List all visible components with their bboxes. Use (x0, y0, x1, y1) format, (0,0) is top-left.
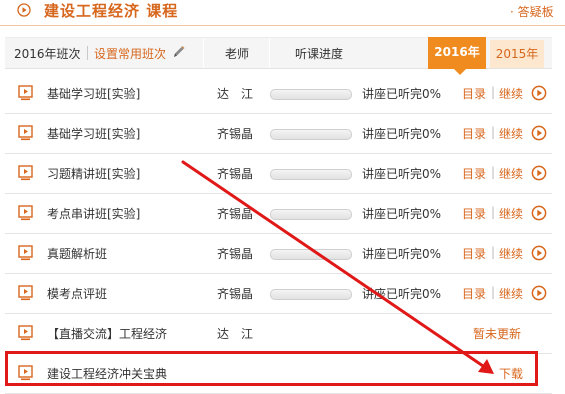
arrow-annotation (181, 160, 494, 374)
